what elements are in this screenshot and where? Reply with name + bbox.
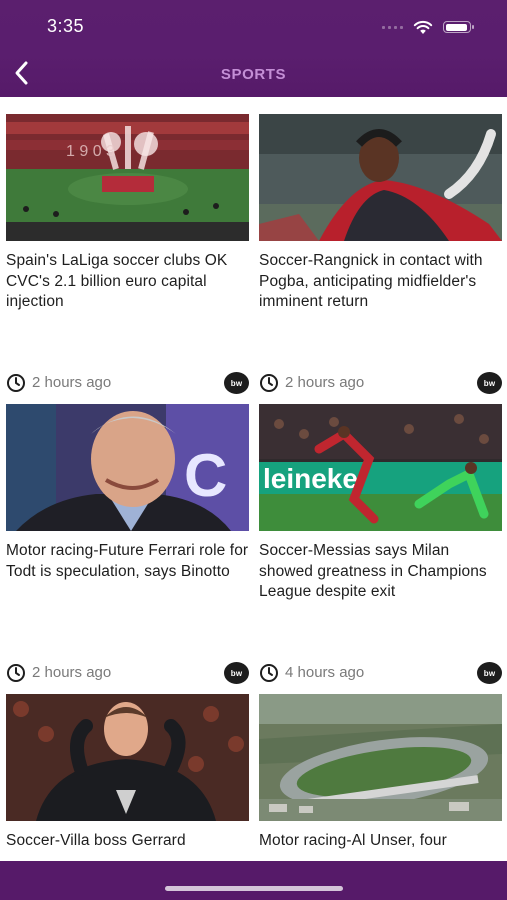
article-title[interactable]: Soccer-Messias says Milan showed greatne… (259, 541, 502, 603)
article-image-todt[interactable]: C (6, 404, 249, 531)
home-indicator[interactable] (165, 886, 343, 891)
source-badge: bw (477, 662, 502, 684)
article-meta: 2 hours ago bw (6, 660, 249, 684)
clock-icon (7, 374, 25, 392)
wifi-icon (413, 20, 433, 34)
source-badge: bw (224, 372, 249, 394)
article-image-milan[interactable]: leineke (259, 404, 502, 531)
clock-icon (260, 664, 278, 682)
article-meta: 2 hours ago bw (259, 370, 502, 394)
article-meta: 2 hours ago bw (6, 370, 249, 394)
article-image-speedway[interactable] (259, 694, 502, 821)
clock-icon (7, 664, 25, 682)
clock-icon (260, 374, 278, 392)
top-bar: 3:35 SPORTS (0, 0, 507, 97)
article-title[interactable]: Motor racing-Future Ferrari role for Tod… (6, 541, 249, 582)
article-image-gerrard[interactable] (6, 694, 249, 821)
status-time: 3:35 (47, 16, 85, 36)
svg-text:leineke: leineke (263, 463, 358, 494)
bottom-bar (0, 861, 507, 900)
status-icons (382, 18, 474, 36)
article-title[interactable]: Soccer-Villa boss Gerrard (6, 831, 249, 852)
article-title[interactable]: Motor racing-Al Unser, four (259, 831, 502, 852)
article-meta: 4 hours ago bw (259, 660, 502, 684)
cellular-signal-icon (382, 25, 403, 29)
source-badge: bw (477, 372, 502, 394)
battery-icon (443, 21, 474, 33)
article-time: 4 hours ago (285, 664, 365, 681)
article-time: 2 hours ago (32, 664, 112, 681)
source-badge: bw (224, 662, 249, 684)
svg-text:1 9 0 3: 1 9 0 3 (66, 143, 115, 160)
article-image-stadium[interactable]: 1 9 0 3 (6, 114, 249, 241)
svg-text:C: C (184, 442, 227, 509)
page-title: SPORTS (220, 66, 287, 83)
article-title[interactable]: Spain's LaLiga soccer clubs OK CVC's 2.1… (6, 251, 249, 313)
article-title[interactable]: Soccer-Rangnick in contact with Pogba, a… (259, 251, 502, 313)
article-time: 2 hours ago (285, 374, 365, 391)
article-time: 2 hours ago (32, 374, 112, 391)
article-image-pogba[interactable] (259, 114, 502, 241)
